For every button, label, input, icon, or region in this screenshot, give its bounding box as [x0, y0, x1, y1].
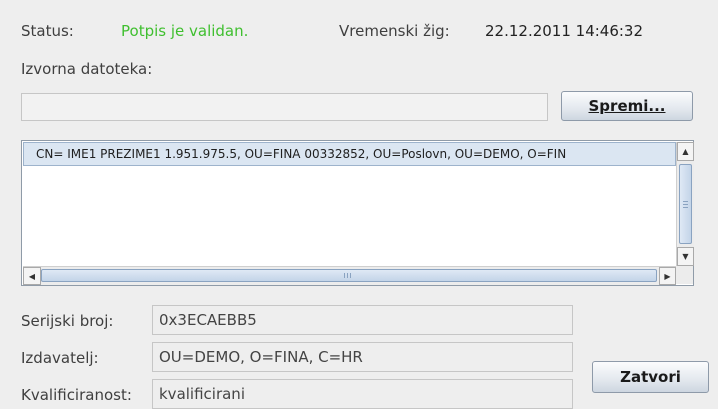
arrow-left-icon[interactable]: ◀ [23, 267, 41, 285]
certificate-list[interactable]: CN= IME1 PREZIME1 1.951.975.5, OU=FINA 0… [21, 140, 694, 286]
close-button-label: Zatvori [620, 368, 681, 386]
issuer-field: OU=DEMO, O=FINA, C=HR [152, 342, 573, 372]
save-button[interactable]: Spremi... [561, 91, 693, 121]
status-label: Status: [21, 22, 74, 40]
serial-field: 0x3ECAEBB5 [152, 305, 573, 335]
serial-label: Serijski broj: [21, 312, 114, 330]
source-file-label: Izvorna datoteka: [21, 60, 153, 78]
qualification-field: kvalificirani [152, 379, 573, 409]
status-value: Potpis je validan. [121, 22, 249, 40]
issuer-label: Izdavatelj: [21, 349, 99, 367]
arrow-right-icon[interactable]: ▶ [659, 267, 676, 285]
arrow-down-icon[interactable]: ▼ [677, 247, 694, 266]
vertical-scrollbar[interactable]: ▲ ▼ [676, 142, 694, 266]
certificate-row[interactable]: CN= IME1 PREZIME1 1.951.975.5, OU=FINA 0… [23, 142, 676, 166]
save-button-label: Spremi... [588, 97, 666, 115]
timestamp-label: Vremenski žig: [339, 22, 450, 40]
qualification-label: Kvalificiranost: [21, 386, 132, 404]
horizontal-scroll-thumb[interactable] [41, 269, 657, 282]
arrow-up-icon[interactable]: ▲ [677, 142, 694, 161]
vertical-scroll-thumb[interactable] [679, 164, 692, 244]
close-button[interactable]: Zatvori [592, 361, 709, 393]
source-file-field[interactable] [21, 93, 548, 121]
scroll-corner [676, 266, 693, 284]
timestamp-value: 22.12.2011 14:46:32 [485, 22, 644, 40]
certificate-row-text: CN= IME1 PREZIME1 1.951.975.5, OU=FINA 0… [36, 147, 567, 161]
horizontal-scrollbar[interactable]: ◀ ▶ [23, 266, 676, 285]
